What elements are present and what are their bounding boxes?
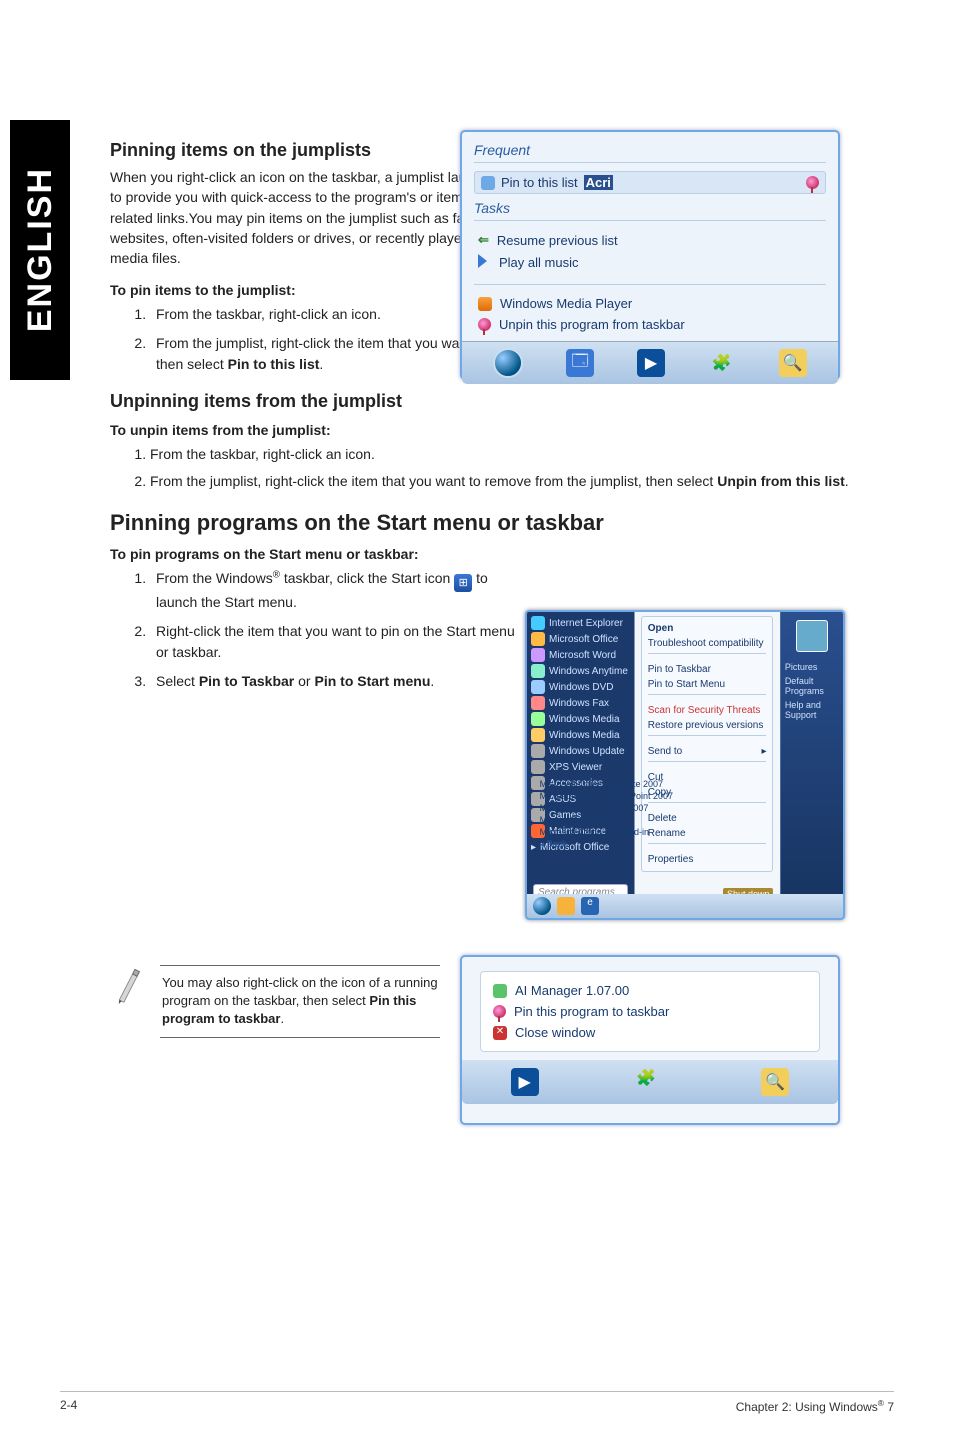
subhead-unpin-jumplist: To unpin items from the jumplist:	[110, 422, 880, 438]
app-icon-2[interactable]: 🔍	[779, 349, 807, 377]
jumplist-pin-label: Pin to this list	[501, 175, 578, 190]
taskpin-appname[interactable]: AI Manager 1.07.00	[491, 980, 809, 1001]
unpin-step-2: From the jumplist, right-click the item …	[150, 471, 850, 492]
jumplist-app-name[interactable]: Windows Media Player	[474, 293, 826, 314]
page-footer: 2-4 Chapter 2: Using Windows® 7	[60, 1391, 894, 1414]
user-picture[interactable]	[796, 620, 828, 652]
start-orb-icon: ⊞	[454, 574, 472, 592]
heading-unpin-jumplist: Unpinning items from the jumplist	[110, 391, 880, 412]
wmp-icon[interactable]: ▶	[511, 1068, 539, 1096]
pushpin-icon[interactable]	[806, 176, 819, 189]
explorer-icon[interactable]	[557, 897, 575, 915]
jumplist-figure: Frequent Pin to this list Acri Tasks ⇐ R…	[460, 130, 840, 380]
chapter-label: Chapter 2: Using Windows® 7	[736, 1398, 894, 1414]
unpin-step-1: From the taskbar, right-click an icon.	[150, 444, 850, 465]
explorer-icon[interactable]: 🗔	[566, 349, 594, 377]
heading-pin-programs: Pinning programs on the Start menu or ta…	[110, 510, 880, 536]
jumplist-pinrow[interactable]: Pin to this list Acri	[474, 171, 826, 194]
jumplist-section-tasks: Tasks	[474, 200, 826, 216]
jumplist-unpin[interactable]: Unpin this program from taskbar	[474, 314, 826, 335]
start-orb-icon[interactable]	[493, 348, 523, 378]
para-pin-jumplists: When you right-click an icon on the task…	[110, 167, 510, 268]
app-icon-2[interactable]: 🔍	[761, 1068, 789, 1096]
pinprog-step-3: Select Pin to Taskbar or Pin to Start me…	[150, 671, 530, 692]
app-icon-1[interactable]: 🧩	[708, 349, 736, 377]
jumplist-resume[interactable]: ⇐ Resume previous list	[474, 229, 826, 251]
jumplist-taskbar: 🗔 ▶ 🧩 🔍	[462, 341, 838, 384]
taskpin-figure: AI Manager 1.07.00 Pin this program to t…	[460, 955, 840, 1125]
pinprog-step-1: From the Windows® taskbar, click the Sta…	[150, 568, 530, 613]
pinprog-step-2: Right-click the item that you want to pi…	[150, 621, 530, 663]
note-pen-icon	[105, 960, 150, 1005]
wmp-icon[interactable]: ▶	[637, 349, 665, 377]
startmenu-figure: Internet Explorer Microsoft Office Micro…	[525, 610, 845, 920]
language-label: ENGLISH	[21, 167, 60, 332]
language-tab: ENGLISH	[10, 120, 70, 380]
jumplist-section-frequent: Frequent	[474, 142, 826, 158]
ie-icon[interactable]: e	[581, 897, 599, 915]
taskpin-pin[interactable]: Pin this program to taskbar	[491, 1001, 809, 1022]
page-number: 2-4	[60, 1398, 77, 1414]
subhead-pin-programs: To pin programs on the Start menu or tas…	[110, 546, 880, 562]
app-icon-1[interactable]: 🧩	[636, 1068, 664, 1096]
taskpin-close[interactable]: ✕ Close window	[491, 1022, 809, 1043]
start-orb-icon[interactable]	[533, 897, 551, 915]
jumplist-playall[interactable]: Play all music	[474, 251, 826, 274]
note-text: You may also right-click on the icon of …	[160, 965, 440, 1038]
